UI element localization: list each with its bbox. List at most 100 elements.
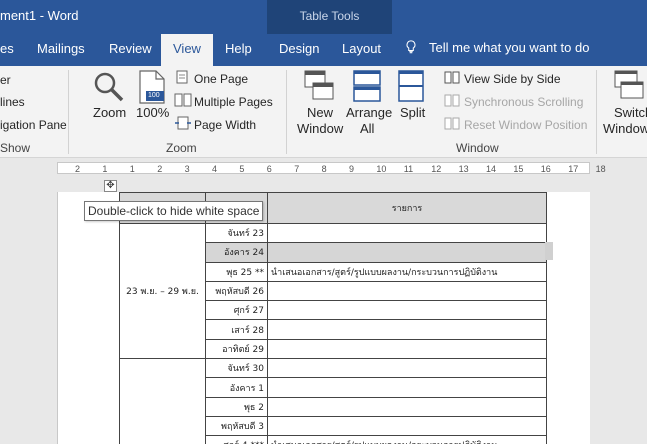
ruler-tick-label: 11: [403, 164, 414, 174]
ruler-tick-label: 9: [349, 164, 355, 174]
item-cell[interactable]: นำเสนอเอกสาร/สูตร์/รูปแบบผลงาน/กระบวนการ…: [267, 261, 547, 282]
page-100-icon-text: 100: [148, 92, 160, 99]
tab-help[interactable]: Help: [225, 41, 252, 56]
page-width-label: Page Width: [194, 118, 257, 132]
day-cell[interactable]: เสาร์ 28: [205, 319, 268, 340]
item-cell[interactable]: [267, 319, 547, 340]
group-separator: [286, 70, 287, 154]
ruler-tick-label: 5: [239, 164, 245, 174]
side-by-side-icon: [444, 71, 460, 84]
day-cell[interactable]: พฤหัสบดี 3: [205, 415, 268, 437]
date-range-cell[interactable]: [119, 358, 206, 444]
day-cell[interactable]: ศุกร์ 27: [205, 300, 268, 321]
new-window-label-2: Window: [297, 121, 344, 136]
switch-windows-label-2: Window: [603, 121, 647, 136]
item-cell[interactable]: [267, 300, 547, 321]
sync-scroll-icon: [444, 94, 460, 107]
tab-insert[interactable]: es: [0, 41, 14, 56]
show-group-label: Show: [0, 141, 31, 155]
item-cell[interactable]: [267, 358, 547, 379]
new-window-icon: [304, 70, 334, 100]
table-tools-label: Table Tools: [299, 9, 360, 23]
ruler-tick-label: 15: [513, 164, 524, 174]
item-cell[interactable]: นำเสนอเอกสาร/สูตร์/รูปแบบผลงาน/กระบวนการ…: [267, 435, 547, 444]
reset-position-icon: [444, 117, 460, 130]
ruler-tick-label: 7: [294, 164, 300, 174]
ruler-tick-label: 6: [266, 164, 272, 174]
item-cell[interactable]: [267, 222, 547, 244]
arrange-all-icon: [353, 70, 381, 102]
table-row: จันทร์ 30: [119, 358, 547, 444]
ruler-tick-label: 2: [75, 164, 81, 174]
ruler-tick-label: 17: [568, 164, 579, 174]
tell-me-search[interactable]: Tell me what you want to do: [405, 40, 589, 55]
multiple-pages-label: Multiple Pages: [194, 95, 273, 109]
arrange-all-label-2: All: [360, 121, 375, 136]
ruler-tick-label: 12: [431, 164, 442, 174]
tell-me-text: Tell me what you want to do: [429, 40, 590, 55]
document-title: ment1 - Word: [0, 8, 79, 23]
tab-layout[interactable]: Layout: [342, 41, 381, 56]
ruler-tick-label: 2: [157, 164, 163, 174]
ruler-tick-label: 1: [129, 164, 135, 174]
ruler-tick-label: 14: [486, 164, 497, 174]
day-cell[interactable]: อังคาร 1: [205, 377, 268, 398]
tab-mailings[interactable]: Mailings: [37, 41, 85, 56]
day-cell[interactable]: พุธ 25 **: [205, 261, 268, 282]
schedule-table[interactable]: รายการ 23 พ.ย. – 29 พ.ย. จันทร์ 23 อังคา…: [119, 192, 547, 444]
table-header-item[interactable]: รายการ: [267, 192, 547, 224]
zoom-100-label: 100%: [136, 105, 170, 120]
tab-view[interactable]: View: [161, 34, 213, 66]
gridlines-checkbox-label[interactable]: lines: [0, 95, 25, 109]
one-page-icon: [176, 70, 188, 84]
tab-design[interactable]: Design: [279, 41, 319, 56]
group-separator: [68, 70, 69, 154]
window-group-label: Window: [456, 141, 499, 155]
ruler-tick-label: 1: [102, 164, 108, 174]
table-move-handle-icon[interactable]: ✥: [104, 180, 117, 192]
day-cell[interactable]: พุธ 2: [205, 396, 268, 417]
reset-window-position-label: Reset Window Position: [464, 118, 588, 132]
day-cell[interactable]: จันทร์ 23: [205, 222, 268, 244]
day-cell[interactable]: ศุกร์ 4 ***: [205, 435, 268, 444]
magnifier-icon: [94, 72, 124, 102]
ruler-tick-label: 13: [458, 164, 469, 174]
item-cell[interactable]: [267, 338, 547, 360]
arrange-all-label-1: Arrange: [346, 105, 393, 120]
ruler-tick-label: 4: [212, 164, 218, 174]
one-page-label: One Page: [194, 72, 249, 86]
zoom-group-label: Zoom: [166, 141, 197, 155]
ruler-tick-label: 8: [321, 164, 327, 174]
white-space-tooltip: Double-click to hide white space: [84, 201, 264, 221]
date-range-cell[interactable]: 23 พ.ย. – 29 พ.ย.: [119, 222, 206, 360]
lightbulb-icon: [406, 40, 416, 54]
split-icon: [398, 70, 424, 102]
group-separator: [596, 70, 597, 154]
day-cell[interactable]: อาทิตย์ 29: [205, 338, 268, 360]
day-cell[interactable]: พฤหัสบดี 26: [205, 280, 268, 302]
item-cell[interactable]: [267, 242, 547, 263]
horizontal-ruler[interactable]: 2 1 1 2 3 4 5 6 7 8 9 10 11 12 13 14 15 16 17 18: [57, 162, 606, 174]
new-window-label-1: New: [307, 105, 334, 120]
table-row: 23 พ.ย. – 29 พ.ย. จันทร์ 23: [119, 222, 547, 360]
page-width-icon: [175, 116, 191, 130]
switch-windows-label-1: Switch: [614, 105, 647, 120]
item-cell[interactable]: [267, 415, 547, 437]
day-cell[interactable]: จันทร์ 30: [205, 358, 268, 379]
switch-windows-icon: [614, 70, 644, 99]
ruler-checkbox-label[interactable]: er: [0, 73, 11, 87]
ruler-tick-label: 16: [540, 164, 551, 174]
day-cell[interactable]: อังคาร 24: [205, 242, 268, 263]
ruler-tick-label: 18: [595, 164, 606, 174]
navigation-pane-checkbox-label[interactable]: igation Pane: [0, 118, 67, 132]
item-cell[interactable]: [267, 280, 547, 302]
tab-review[interactable]: Review: [109, 41, 152, 56]
synchronous-scrolling-label: Synchronous Scrolling: [464, 95, 584, 109]
zoom-label: Zoom: [93, 105, 127, 120]
ruler-tick-label: 10: [376, 164, 387, 174]
view-side-by-side-label: View Side by Side: [464, 72, 561, 86]
multiple-pages-icon: [174, 93, 192, 107]
item-cell[interactable]: [267, 396, 547, 417]
row-resize-handle[interactable]: [545, 242, 553, 260]
item-cell[interactable]: [267, 377, 547, 398]
